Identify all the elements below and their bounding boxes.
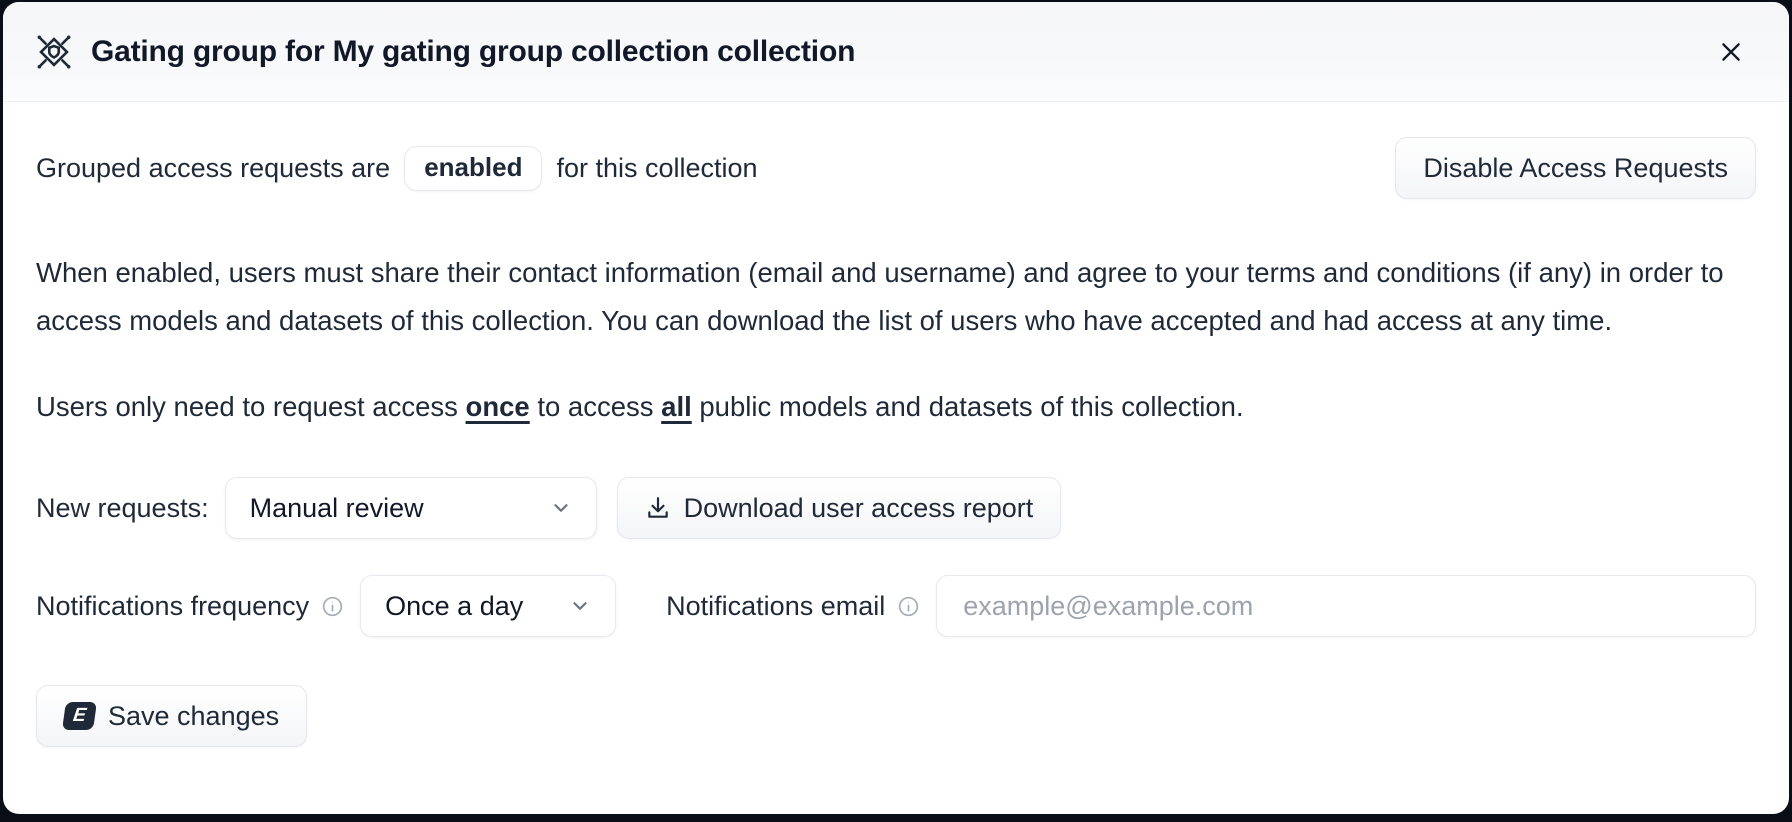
chevron-down-icon (550, 497, 572, 519)
download-button-label: Download user access report (684, 493, 1034, 524)
note-text-middle: to access (530, 391, 661, 422)
modal-header: Gating group for My gating group collect… (3, 2, 1789, 102)
note-emphasis-all: all (661, 391, 692, 422)
gated-access-icon (33, 31, 75, 73)
info-icon[interactable] (321, 595, 344, 618)
note-emphasis-once: once (466, 391, 530, 422)
note-paragraph: Users only need to request access once t… (36, 391, 1756, 423)
gating-group-modal: Gating group for My gating group collect… (3, 2, 1789, 814)
chevron-down-icon (569, 595, 591, 617)
save-changes-button[interactable]: E Save changes (36, 685, 307, 747)
close-icon[interactable] (1709, 30, 1753, 74)
disable-access-requests-button[interactable]: Disable Access Requests (1395, 137, 1756, 199)
enterprise-icon: E (62, 702, 97, 730)
download-user-access-report-button[interactable]: Download user access report (617, 477, 1062, 539)
modal-body: Grouped access requests are enabled for … (3, 137, 1789, 747)
notifications-email-label: Notifications email (666, 591, 885, 622)
notifications-frequency-select[interactable]: Once a day (360, 575, 616, 637)
status-row: Grouped access requests are enabled for … (36, 137, 1756, 199)
download-icon (645, 495, 671, 521)
save-changes-label: Save changes (108, 701, 279, 732)
new-requests-select-value: Manual review (250, 493, 424, 524)
status-text-after: for this collection (556, 153, 757, 184)
note-text-after: public models and datasets of this colle… (692, 391, 1244, 422)
notifications-frequency-label: Notifications frequency (36, 591, 309, 622)
footer-row: E Save changes (36, 685, 1756, 747)
notifications-row: Notifications frequency Once a day Notif… (36, 575, 1756, 637)
new-requests-select[interactable]: Manual review (225, 477, 597, 539)
status-badge: enabled (404, 146, 542, 191)
status-text-before: Grouped access requests are (36, 153, 390, 184)
notifications-frequency-value: Once a day (385, 591, 523, 622)
new-requests-row: New requests: Manual review Download use… (36, 477, 1756, 539)
description-paragraph: When enabled, users must share their con… (36, 249, 1756, 345)
info-icon[interactable] (897, 595, 920, 618)
notifications-email-input[interactable] (936, 575, 1756, 637)
status-text: Grouped access requests are enabled for … (36, 146, 758, 191)
new-requests-label: New requests: (36, 493, 209, 524)
note-text-before: Users only need to request access (36, 391, 466, 422)
modal-title: Gating group for My gating group collect… (91, 35, 855, 69)
